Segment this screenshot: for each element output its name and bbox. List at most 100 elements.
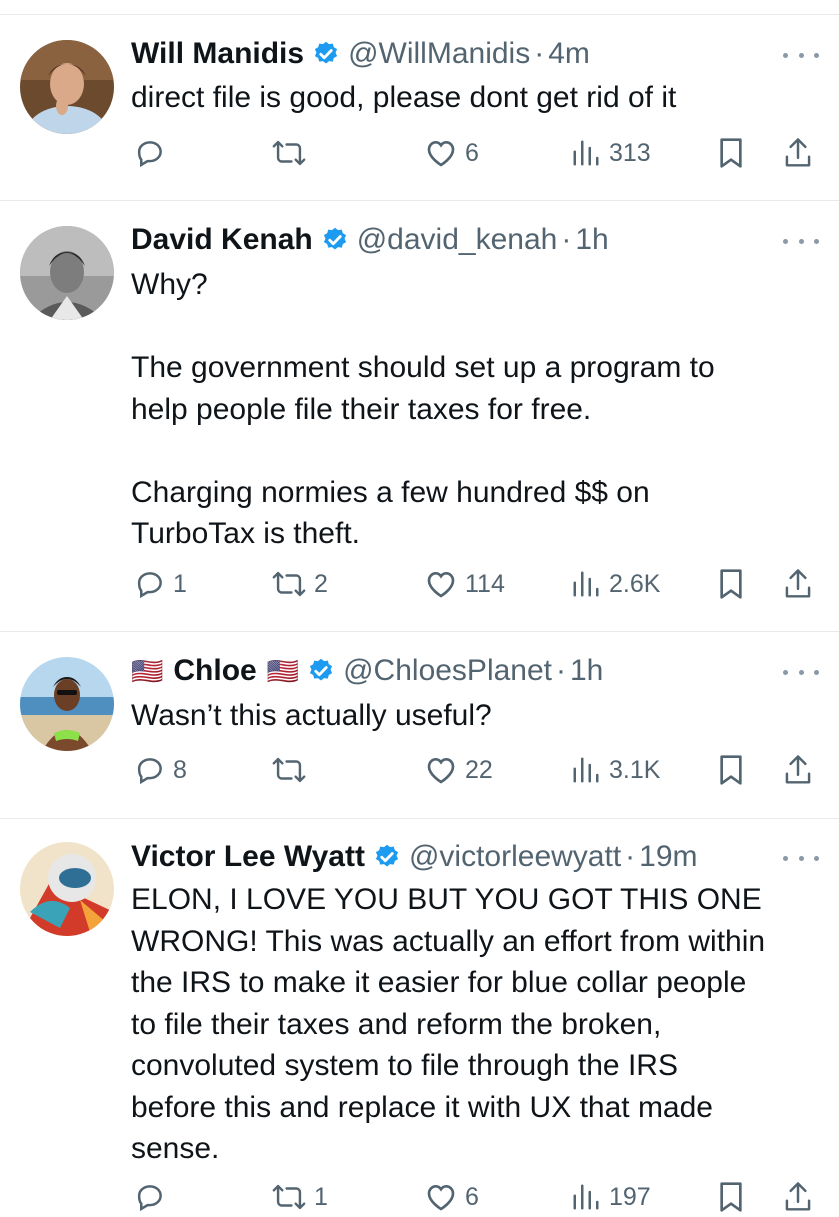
tweet-text: Why? The government should set up a prog… — [131, 268, 715, 550]
heart-icon — [427, 140, 455, 167]
verified-badge-icon — [314, 41, 338, 64]
views-button[interactable]: 313 — [571, 133, 651, 173]
separator-dot: · — [625, 840, 636, 873]
heart-icon — [427, 571, 455, 598]
separator-dot: · — [556, 654, 566, 687]
retweet-icon — [272, 757, 306, 783]
avatar[interactable] — [20, 40, 114, 134]
bookmark-button[interactable] — [717, 133, 745, 173]
retweet-icon — [272, 571, 306, 597]
more-icon[interactable] — [783, 848, 819, 868]
share-icon — [785, 1182, 811, 1211]
tweet-victor-lee-wyatt[interactable]: Victor Lee Wyatt @victorleewyatt · 19m E… — [0, 819, 839, 1212]
reply-button[interactable]: 8 — [135, 750, 187, 790]
bookmark-icon — [720, 1182, 742, 1212]
timestamp[interactable]: 19m — [639, 840, 697, 874]
more-icon[interactable] — [783, 231, 819, 251]
author-handle[interactable]: @ChloesPlanet — [343, 654, 552, 688]
views-button[interactable]: 3.1K — [571, 750, 660, 790]
bookmark-icon — [720, 138, 742, 168]
share-button[interactable] — [783, 750, 813, 790]
bookmark-button[interactable] — [717, 750, 745, 790]
tweet-actions: 1 2 114 2.6K — [131, 564, 815, 604]
views-button[interactable]: 197 — [571, 1177, 651, 1217]
like-button[interactable]: 6 — [425, 1177, 479, 1217]
views-icon — [573, 140, 599, 166]
retweet-count: 1 — [314, 1182, 328, 1211]
like-button[interactable]: 114 — [425, 564, 505, 604]
views-button[interactable]: 2.6K — [571, 564, 660, 604]
author-name[interactable]: Will Manidis — [131, 37, 304, 71]
reply-button[interactable]: 1 — [135, 564, 187, 604]
retweet-button[interactable] — [272, 750, 314, 790]
share-icon — [785, 138, 811, 167]
tweet-header: David Kenah @david_kenah · 1h — [131, 220, 609, 260]
retweet-button[interactable]: 1 — [272, 1177, 328, 1217]
bookmark-button[interactable] — [717, 564, 745, 604]
timestamp[interactable]: 1h — [575, 223, 608, 257]
author-handle[interactable]: @david_kenah — [357, 223, 558, 257]
views-count: 2.6K — [609, 569, 661, 598]
reply-icon — [137, 572, 162, 599]
reply-count: 1 — [173, 569, 187, 598]
heart-icon — [427, 1184, 455, 1211]
timestamp[interactable]: 1h — [570, 654, 603, 688]
more-icon[interactable] — [783, 662, 819, 682]
views-icon — [573, 757, 599, 783]
flag-icon: 🇺🇸 — [131, 655, 164, 686]
share-icon — [785, 569, 811, 598]
views-icon — [573, 571, 599, 597]
verified-badge-icon — [323, 227, 346, 250]
retweet-button[interactable] — [272, 133, 314, 173]
author-name[interactable]: David Kenah — [131, 223, 313, 257]
separator-dot: · — [534, 37, 545, 70]
like-count: 114 — [465, 569, 505, 598]
reply-icon — [137, 1185, 162, 1212]
views-icon — [573, 1184, 599, 1210]
author-name[interactable]: Chloe — [173, 654, 256, 688]
like-button[interactable]: 6 — [425, 133, 479, 173]
avatar[interactable] — [20, 657, 114, 751]
tweet-text: direct file is good, please dont get rid… — [131, 81, 677, 114]
tweet-chloe[interactable]: 🇺🇸 Chloe 🇺🇸 @ChloesPlanet · 1h Wasn’t th… — [0, 632, 839, 818]
views-count: 3.1K — [609, 755, 661, 784]
tweet-actions: 6 313 — [131, 133, 815, 173]
tweet-will-manidis[interactable]: Will Manidis @WillManidis · 4m direct fi… — [0, 0, 839, 200]
reply-icon — [137, 758, 162, 785]
author-handle[interactable]: @victorleewyatt — [409, 840, 621, 874]
bookmark-icon — [720, 755, 742, 785]
bookmark-button[interactable] — [717, 1177, 745, 1217]
share-button[interactable] — [783, 564, 813, 604]
share-button[interactable] — [783, 133, 813, 173]
retweet-button[interactable]: 2 — [272, 564, 328, 604]
avatar[interactable] — [20, 842, 114, 936]
verified-badge-icon — [375, 844, 399, 867]
tweet-text: ELON, I LOVE YOU BUT YOU GOT THIS ONE WR… — [131, 883, 766, 1165]
views-count: 313 — [609, 138, 651, 167]
reply-button[interactable] — [135, 1177, 173, 1217]
flag-icon: 🇺🇸 — [266, 655, 300, 686]
tweet-actions: 8 22 3.1K — [131, 750, 815, 790]
avatar[interactable] — [20, 226, 114, 320]
tweet-text: Wasn’t this actually useful? — [131, 699, 492, 732]
verified-badge-icon — [310, 658, 333, 681]
author-name[interactable]: Victor Lee Wyatt — [131, 840, 365, 874]
retweet-icon — [272, 1184, 306, 1210]
bookmark-icon — [720, 569, 742, 599]
timestamp[interactable]: 4m — [548, 37, 590, 71]
like-button[interactable]: 22 — [425, 750, 493, 790]
tweet-actions: 1 6 197 — [131, 1177, 815, 1217]
like-count: 6 — [465, 1182, 479, 1211]
like-count: 22 — [465, 755, 493, 784]
share-button[interactable] — [783, 1177, 813, 1217]
like-count: 6 — [465, 138, 479, 167]
reply-icon — [137, 141, 162, 168]
views-count: 197 — [609, 1182, 651, 1211]
author-handle[interactable]: @WillManidis — [348, 37, 530, 71]
retweet-icon — [272, 140, 306, 166]
share-icon — [785, 755, 811, 784]
tweet-david-kenah[interactable]: David Kenah @david_kenah · 1h Why? The g… — [0, 201, 839, 631]
tweet-header: 🇺🇸 Chloe 🇺🇸 @ChloesPlanet · 1h — [131, 651, 603, 691]
reply-button[interactable] — [135, 133, 173, 173]
more-icon[interactable] — [783, 45, 819, 65]
